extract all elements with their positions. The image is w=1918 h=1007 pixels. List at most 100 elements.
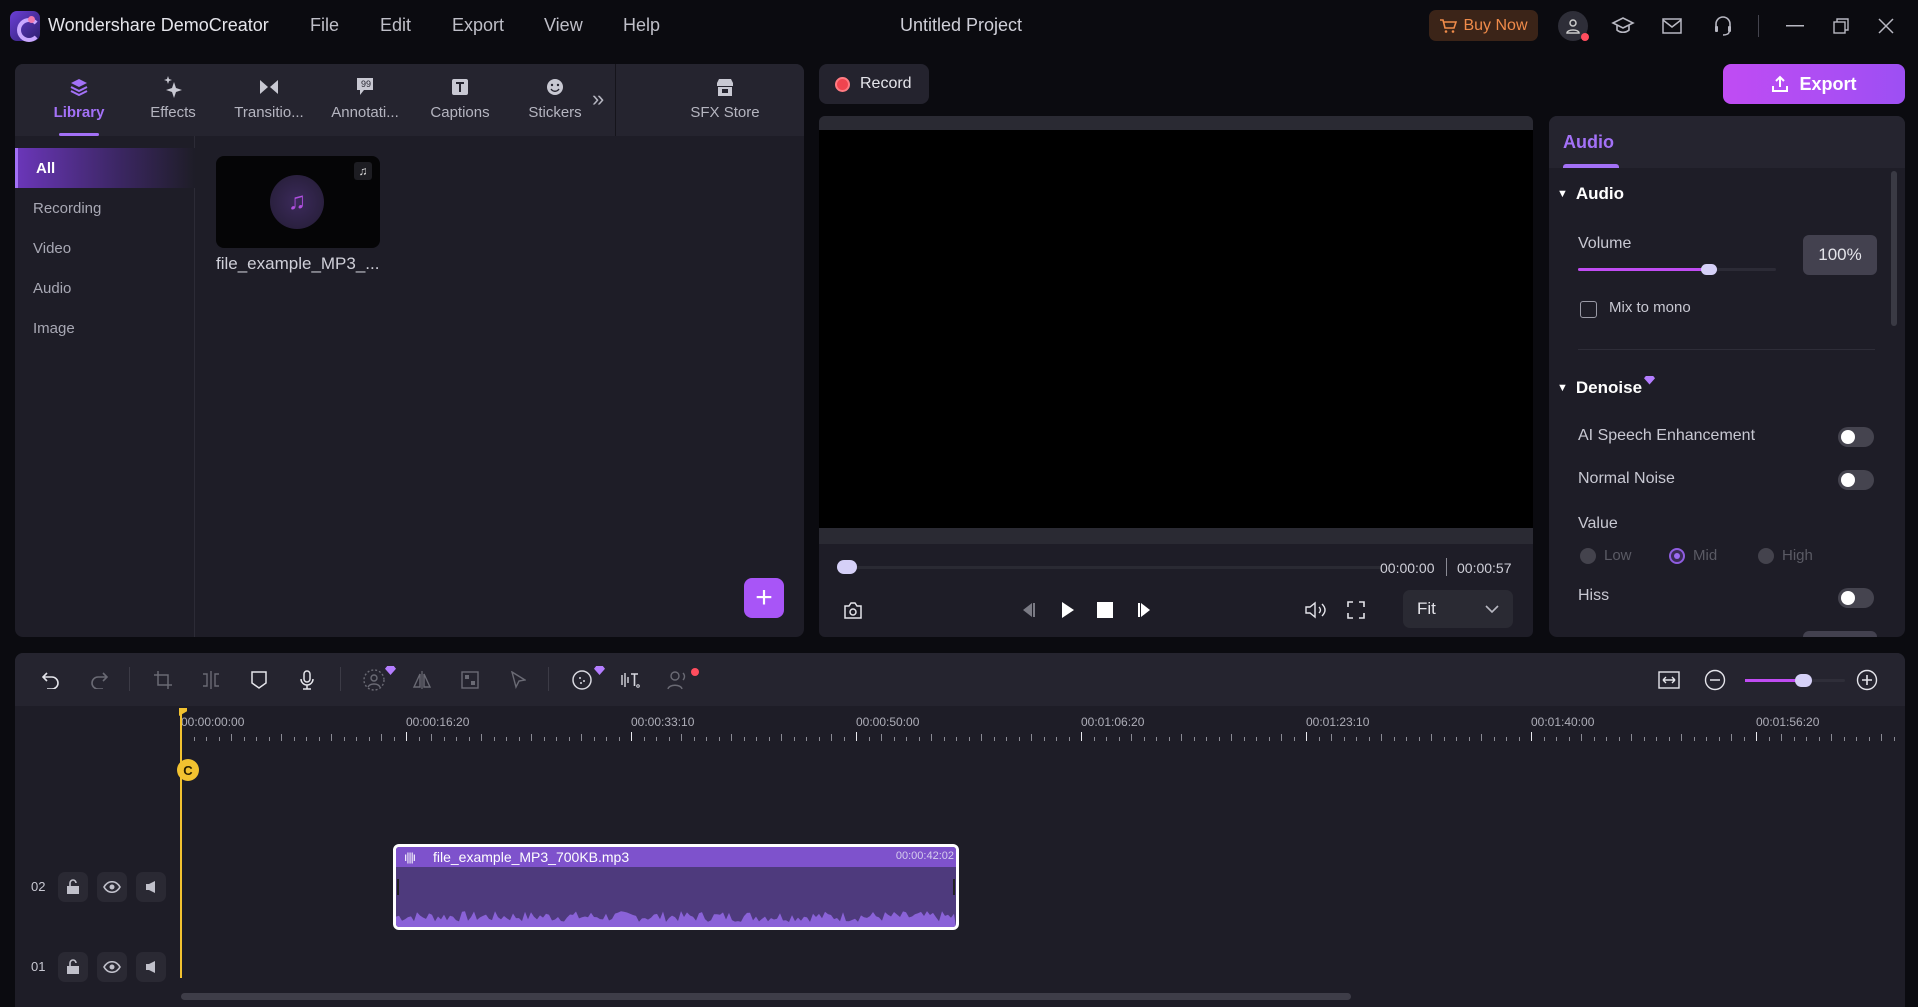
timeline-zoom-knob[interactable] [1795,674,1812,687]
previous-frame-icon[interactable] [1014,596,1042,624]
zoom-in-icon[interactable] [1853,666,1881,694]
zoom-out-icon[interactable] [1701,666,1729,694]
mail-icon[interactable] [1658,12,1686,40]
title-bar: Wondershare DemoCreator File Edit Export… [0,0,1918,52]
media-thumbnail[interactable]: ♫ ♫ [216,156,380,248]
mix-to-mono-checkbox[interactable] [1580,301,1597,318]
tab-transitions[interactable]: Transitio... [224,64,314,136]
track-visibility-eye-icon[interactable] [97,872,127,902]
menu-view[interactable]: View [544,15,583,36]
support-headset-icon[interactable] [1709,12,1737,40]
radio-low[interactable]: Low [1580,547,1632,564]
volume-input[interactable]: 100% [1803,235,1877,275]
marker-shield-icon[interactable] [245,666,273,694]
ruler-tick [468,737,470,741]
stop-icon[interactable] [1091,596,1119,624]
mosaic-icon[interactable] [456,666,484,694]
next-frame-icon[interactable] [1131,596,1159,624]
ruler-tick [1618,737,1620,741]
track-lock-icon[interactable] [58,872,88,902]
menu-edit[interactable]: Edit [380,15,411,36]
menu-help[interactable]: Help [623,15,660,36]
menu-file[interactable]: File [310,15,339,36]
video-canvas[interactable] [819,130,1533,528]
ruler-tick [681,734,682,741]
sidebar-item-video[interactable]: Video [15,228,195,268]
ruler-tick [731,734,732,741]
next-setting-input[interactable] [1803,631,1877,637]
sidebar-item-image[interactable]: Image [15,308,195,348]
timeline-horizontal-scrollbar[interactable] [181,993,1351,1000]
sidebar-item-audio[interactable]: Audio [15,268,195,308]
minimize-icon[interactable] [1781,12,1809,40]
microphone-icon[interactable] [293,666,321,694]
tab-stickers[interactable]: Stickers [510,64,600,136]
clip-trim-handle-right[interactable] [953,879,955,895]
mirror-icon[interactable] [408,666,436,694]
track-mute-speaker-icon[interactable] [136,952,166,982]
play-icon[interactable] [1054,596,1082,624]
playback-progress-bar[interactable] [841,566,1381,569]
more-tabs-chevron-icon[interactable]: » [592,86,604,112]
playhead-marker-tag[interactable]: C [177,759,199,781]
buy-now-button[interactable]: Buy Now [1429,10,1538,41]
snapshot-camera-icon[interactable] [839,596,867,624]
playback-progress-knob[interactable] [837,560,857,574]
volume-speaker-icon[interactable] [1302,596,1330,624]
track-visibility-eye-icon[interactable] [97,952,127,982]
cursor-icon[interactable] [504,666,532,694]
clip-trim-handle-left[interactable] [397,879,399,895]
ruler-tick [906,737,907,741]
fit-timeline-icon[interactable] [1655,666,1683,694]
hiss-toggle[interactable] [1838,588,1874,608]
cart-icon [1439,18,1458,34]
track-lock-icon[interactable] [58,952,88,982]
track-mute-speaker-icon[interactable] [136,872,166,902]
sidebar-item-all[interactable]: All [15,148,195,188]
sticker-icon [546,76,564,98]
ruler-tick [431,734,432,741]
sticker-effect-icon[interactable] [568,666,596,694]
account-button[interactable] [1558,11,1589,41]
ruler-tick [918,737,920,741]
audio-section-header[interactable]: ▼ Audio [1557,184,1624,204]
radio-mid[interactable]: Mid [1669,547,1717,564]
redo-icon[interactable] [85,666,113,694]
tab-annotations[interactable]: 99 Annotati... [320,64,410,136]
playhead[interactable] [180,708,182,978]
export-button[interactable]: Export [1723,64,1905,104]
close-icon[interactable] [1872,12,1900,40]
volume-slider[interactable] [1578,268,1776,271]
radio-label: Low [1604,547,1632,564]
fullscreen-icon[interactable] [1342,596,1370,624]
restore-icon[interactable] [1827,12,1855,40]
tab-effects[interactable]: Effects [128,64,218,136]
audio-clip[interactable]: ı|||ı file_example_MP3_700KB.mp3 00:00:4… [393,844,959,930]
record-button[interactable]: Record [819,64,929,104]
split-icon[interactable] [197,666,225,694]
tab-audio-properties[interactable]: Audio [1563,132,1614,153]
ruler-tick [1243,737,1245,741]
tab-captions[interactable]: Captions [415,64,505,136]
voice-changer-icon[interactable] [664,666,692,694]
volume-slider-knob[interactable] [1700,264,1717,275]
tab-sfx-store[interactable]: SFX Store [665,64,785,136]
academy-icon[interactable] [1609,12,1637,40]
radio-high[interactable]: High [1758,547,1813,564]
undo-icon[interactable] [37,666,65,694]
timeline-ruler[interactable]: 00:00:00:00 00:00:16:20 00:00:33:10 00:00:5… [181,706,1905,748]
tab-library[interactable]: Library [34,64,124,136]
ai-portrait-icon[interactable] [360,666,388,694]
crop-icon[interactable] [149,666,177,694]
sidebar-item-recording[interactable]: Recording [15,188,195,228]
ruler-tick [1831,734,1832,741]
properties-scrollbar[interactable] [1891,171,1897,326]
ai-speech-toggle[interactable] [1838,427,1874,447]
ruler-tick [993,737,995,741]
denoise-section-header[interactable]: ▼ Denoise [1557,375,1661,398]
menu-export[interactable]: Export [452,15,504,36]
audio-text-icon[interactable] [616,666,644,694]
normal-noise-toggle[interactable] [1838,470,1874,490]
fit-dropdown[interactable]: Fit [1403,590,1513,628]
add-media-button[interactable]: + [744,578,784,618]
